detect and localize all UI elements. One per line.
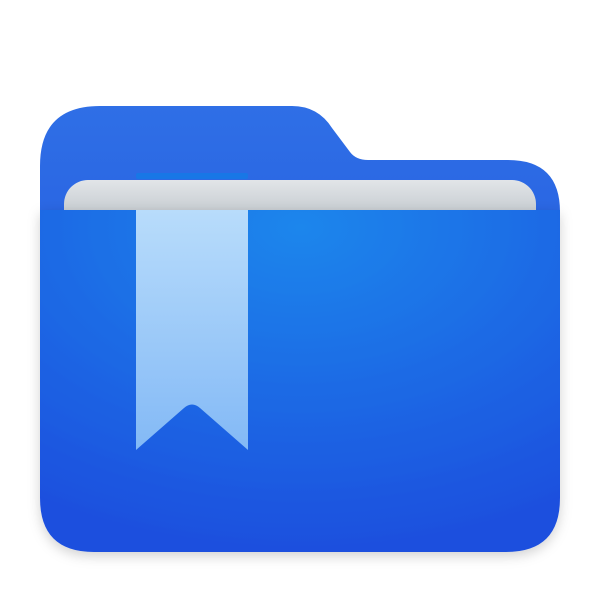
- folder-icon-graphic: [40, 106, 560, 552]
- folder-bookmark-icon[interactable]: [0, 0, 600, 600]
- ribbon-top-stripe: [136, 173, 248, 179]
- folder-front: [40, 210, 560, 552]
